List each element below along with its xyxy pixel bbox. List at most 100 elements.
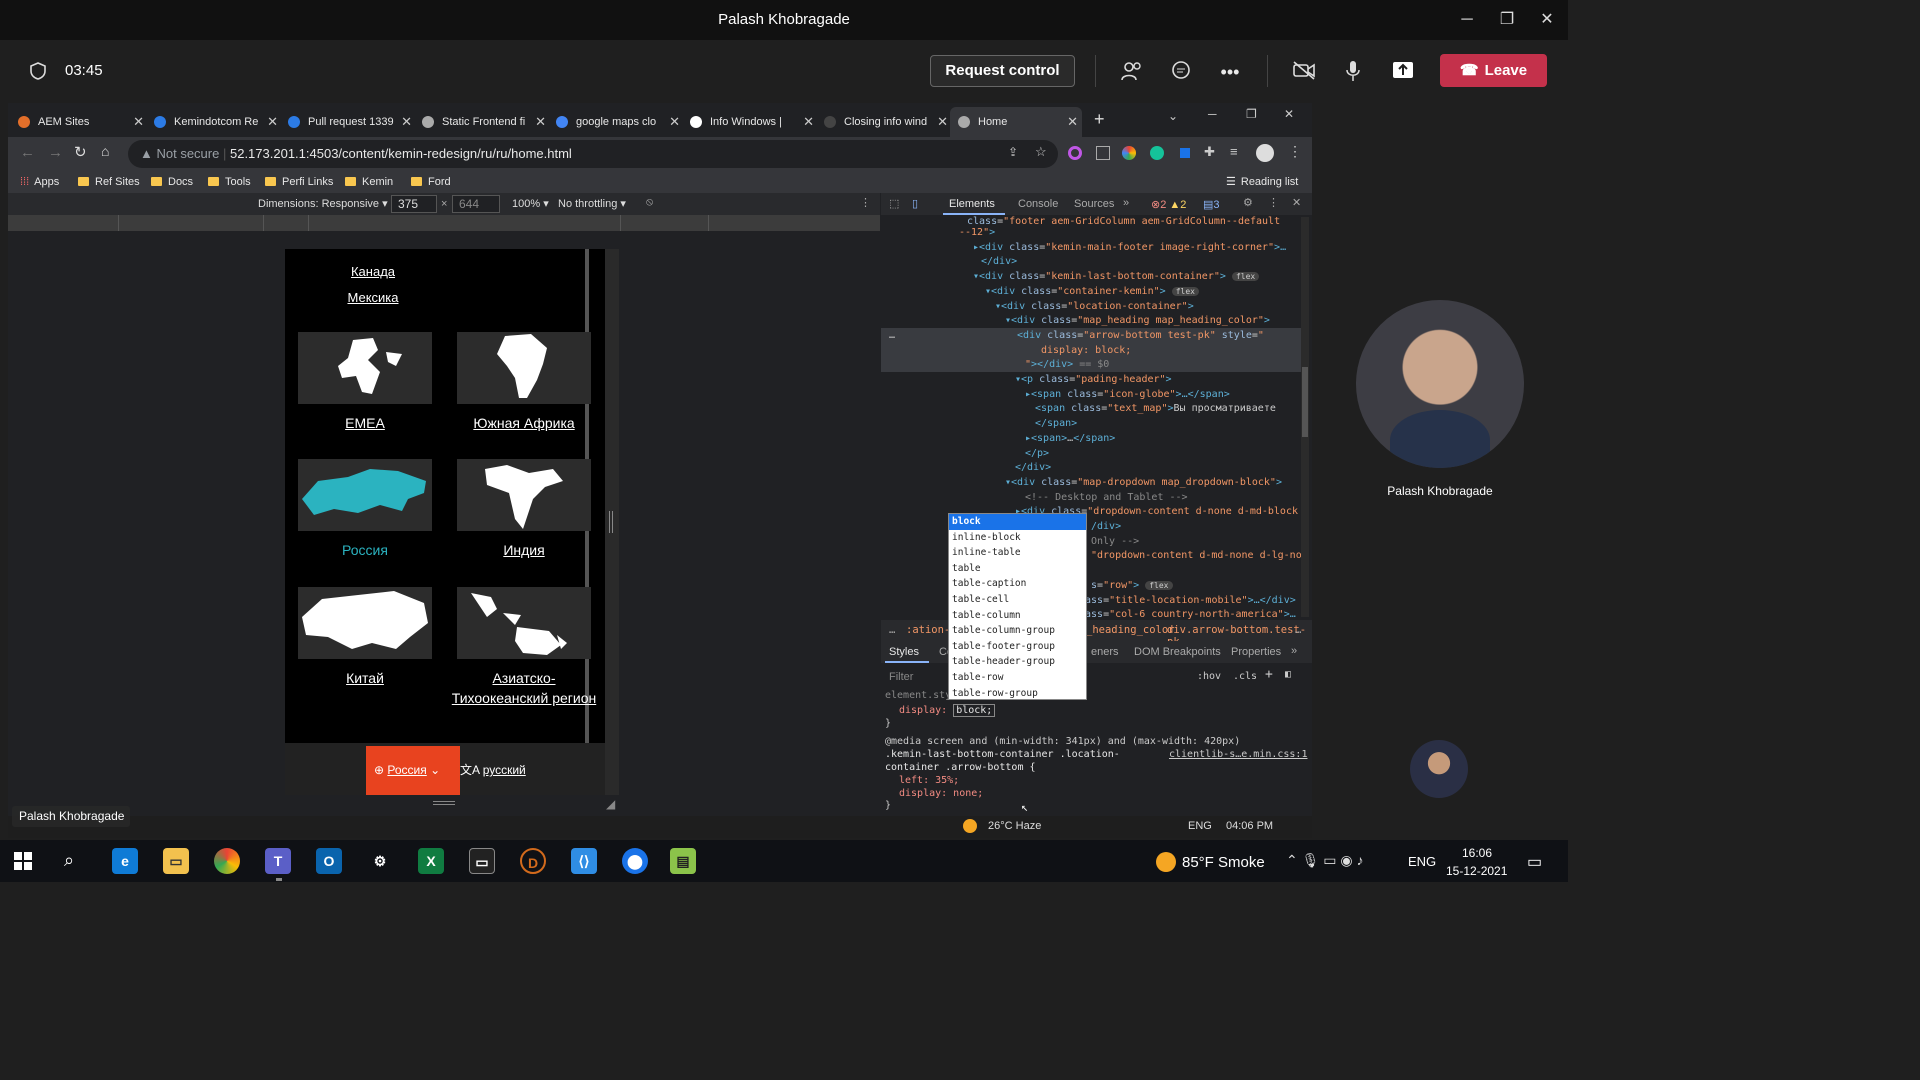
share-icon[interactable]: ⇪ [1008, 145, 1018, 159]
region-label-india[interactable]: Индия [449, 540, 599, 560]
dom-line[interactable]: <span class="text_map">Вы просматриваете [881, 402, 1301, 417]
css-rule[interactable]: left: 35%; [899, 775, 959, 786]
participants-icon[interactable] [1117, 60, 1147, 84]
tab-close-icon[interactable]: ✕ [133, 107, 144, 137]
dom-line[interactable]: </p> [881, 447, 1301, 462]
error-count[interactable]: ⊗2 ▲2 [1151, 198, 1186, 211]
bookmark-ford[interactable]: Ford [411, 174, 451, 190]
tab-aem-sites[interactable]: AEM Sites ✕ [18, 107, 148, 137]
breadcrumb-item[interactable]: _heading_color [1086, 624, 1175, 636]
bookmark-tools[interactable]: Tools [208, 174, 251, 190]
clock-time[interactable]: 16:06 [1462, 846, 1492, 860]
close-icon[interactable]: ✕ [1535, 8, 1559, 32]
css-rule[interactable]: display: none; [899, 788, 983, 799]
more-options-icon[interactable]: ••• [1215, 60, 1245, 84]
tab-kemindotcom[interactable]: Kemindotcom Re ✕ [154, 107, 282, 137]
property-value-input[interactable]: block; [953, 704, 996, 717]
language-indicator[interactable]: ENG [1408, 854, 1436, 869]
dom-line[interactable]: ▾<div class="map_heading map_heading_col… [881, 314, 1301, 329]
stylesheet-link[interactable]: clientlib-s…e.min.css:1 [1169, 749, 1307, 760]
breadcrumb-more-icon[interactable]: … [889, 624, 895, 636]
tab-sources[interactable]: Sources [1074, 198, 1114, 210]
autocomplete-dropdown[interactable]: block inline-block inline-table table ta… [948, 513, 1087, 700]
style-declaration[interactable]: display: block; [899, 704, 996, 717]
tab-close-icon[interactable]: ✕ [937, 107, 948, 137]
address-bar[interactable]: ▲ Not secure | 52.173.201.1:4503/content… [128, 140, 1058, 168]
zoom-dropdown[interactable]: 100% ▾ [512, 197, 549, 210]
bookmark-kemin[interactable]: Kemin [345, 174, 393, 190]
file-explorer-icon[interactable]: ▭ [163, 848, 189, 874]
devbar-more-icon[interactable]: ⋮ [860, 196, 871, 209]
russia-map[interactable] [298, 459, 432, 531]
spreadsheet-icon[interactable]: ▤ [670, 848, 696, 874]
search-icon[interactable]: ⌕ [64, 850, 74, 871]
dom-tree[interactable]: class="footer aem-GridColumn aem-GridCol… [881, 215, 1305, 620]
resize-corner-icon[interactable]: ◢ [606, 797, 615, 811]
extension-icon[interactable] [1068, 146, 1082, 160]
bookmark-star-icon[interactable]: ☆ [1035, 144, 1047, 160]
autocomplete-option[interactable]: table-row [949, 670, 1086, 686]
dom-line[interactable]: s="row"> flex [881, 579, 1301, 594]
restore-icon[interactable]: ❐ [1246, 107, 1257, 121]
extension-icon[interactable] [1180, 148, 1190, 158]
country-selector-button[interactable]: ⊕ Россия ⌄ [366, 746, 460, 795]
tab-info-windows[interactable]: Info Windows | ✕ [690, 107, 818, 137]
dom-line[interactable]: ▾<div class="location-container"> [881, 300, 1301, 315]
reload-icon[interactable]: ↻ [74, 143, 87, 161]
extensions-puzzle-icon[interactable]: ✚ [1204, 144, 1215, 160]
maps-pin-icon[interactable]: ⬤ [622, 848, 648, 874]
tray-icons[interactable]: ⌃ 🎙 ▭ ◉ ♪ [1286, 852, 1364, 869]
bookmark-perfi-links[interactable]: Perfi Links [265, 174, 333, 190]
weather-text[interactable]: 85°F Smoke [1182, 854, 1265, 871]
width-input[interactable]: 375 [391, 195, 437, 213]
share-screen-icon[interactable] [1388, 60, 1418, 84]
vscode-icon[interactable]: ⟨⟩ [571, 848, 597, 874]
chat-icon[interactable] [1166, 60, 1196, 84]
teams-icon[interactable]: T [265, 848, 291, 874]
bookmark-ref-sites[interactable]: Ref Sites [78, 174, 140, 190]
india-map[interactable] [457, 459, 591, 531]
settings-gear-icon[interactable]: ⚙ [1243, 196, 1253, 209]
tab-home[interactable]: Home ✕ [950, 107, 1082, 137]
dom-line[interactable]: "></div> == $0 [881, 358, 1301, 373]
dom-line[interactable]: ▾<div class="container-kemin"> flex [881, 285, 1301, 300]
autocomplete-option[interactable]: table-footer-group [949, 639, 1086, 655]
language-selector[interactable]: 文A русский [460, 761, 526, 778]
tab-close-icon[interactable]: ✕ [669, 107, 680, 137]
minimize-icon[interactable]: ─ [1208, 107, 1217, 121]
edge-icon[interactable]: e [112, 848, 138, 874]
dom-line[interactable]: ▸<div class="dropdown-content d-none d-m… [881, 505, 1301, 520]
restore-icon[interactable]: ❐ [1495, 8, 1519, 32]
leave-button[interactable]: ☎ Leave [1440, 54, 1547, 87]
region-label-china[interactable]: Китай [290, 668, 440, 688]
autocomplete-option[interactable]: table-column [949, 608, 1086, 624]
dom-line[interactable]: /div> [881, 520, 1301, 535]
autocomplete-option[interactable]: table-row-group [949, 686, 1086, 702]
dom-line[interactable]: </div> [881, 461, 1301, 476]
tab-pull-request[interactable]: Pull request 1339 ✕ [288, 107, 416, 137]
rotate-icon[interactable]: ⦸ [646, 196, 653, 209]
tab-event-listeners[interactable]: eners [1091, 646, 1119, 658]
device-toggle-icon[interactable]: ▯ [912, 197, 918, 210]
dom-line[interactable]: "dropdown-content d-md-none d-lg-non [881, 549, 1301, 564]
bookmark-apps[interactable]: ⁞⁞⁞ Apps [20, 174, 59, 190]
home-icon[interactable]: ⌂ [101, 143, 109, 159]
menu-kebab-icon[interactable]: ⋮ [1288, 143, 1302, 160]
more-tabs-icon[interactable]: » [1291, 645, 1297, 657]
grammarly-icon[interactable] [1150, 146, 1164, 160]
tab-google-maps[interactable]: google maps clo ✕ [556, 107, 684, 137]
tab-close-icon[interactable]: ✕ [267, 107, 278, 137]
hov-toggle[interactable]: :hov [1197, 671, 1221, 682]
notifications-icon[interactable]: ▭ [1527, 852, 1542, 872]
clock-date[interactable]: 15-12-2021 [1446, 864, 1507, 878]
height-input[interactable]: 644 [452, 195, 500, 213]
breadcrumb-more-icon[interactable]: … [1295, 624, 1301, 636]
dom-line[interactable]: Only --> [881, 535, 1301, 550]
region-label-russia[interactable]: Россия [290, 540, 440, 560]
more-tabs-icon[interactable]: » [1123, 197, 1129, 209]
tab-closing-info[interactable]: Closing info wind ✕ [824, 107, 952, 137]
tab-search-icon[interactable]: ⌄ [1168, 109, 1178, 123]
dom-line[interactable]: ▾<p class="pading-header"> [881, 373, 1301, 388]
cls-toggle[interactable]: .cls [1233, 671, 1257, 682]
dimensions-dropdown[interactable]: Dimensions: Responsive ▾ [258, 197, 388, 210]
